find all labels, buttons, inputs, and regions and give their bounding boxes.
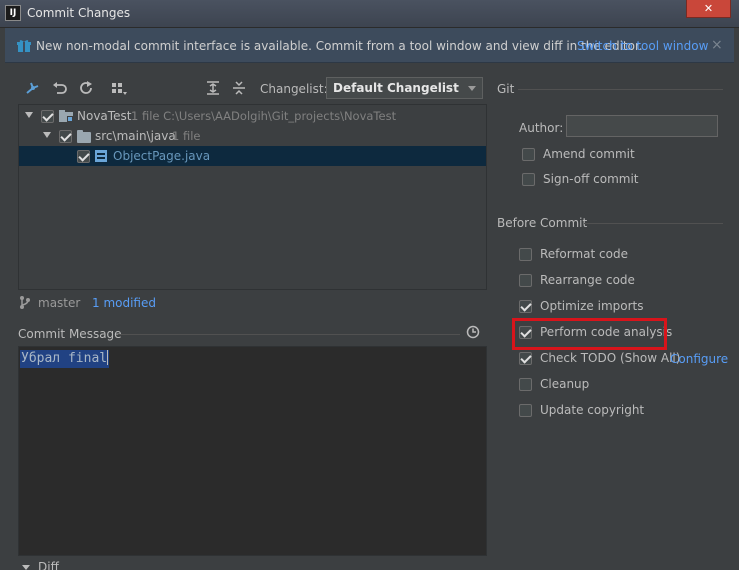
modified-count-link[interactable]: 1 modified xyxy=(92,296,156,310)
java-class-icon xyxy=(95,150,107,162)
highlight-annotation xyxy=(512,318,667,350)
optimize-imports-checkbox[interactable] xyxy=(519,300,532,313)
undo-icon[interactable] xyxy=(51,80,69,96)
reload-icon[interactable] xyxy=(77,80,95,96)
file-name: ObjectPage.java xyxy=(113,149,211,163)
commit-message-value: Убрал final xyxy=(21,351,108,366)
update-copyright-checkbox[interactable] xyxy=(519,404,532,417)
gift-icon xyxy=(17,40,31,52)
optimize-imports-label: Optimize imports xyxy=(540,299,644,313)
close-icon: ✕ xyxy=(703,2,714,15)
rearrange-code-checkbox[interactable] xyxy=(519,274,532,287)
chevron-down-icon[interactable] xyxy=(22,565,30,570)
folder-meta: 1 file xyxy=(172,129,201,143)
changelist-label: Changelist: xyxy=(260,82,328,96)
chevron-down-icon[interactable] xyxy=(43,132,51,138)
divider xyxy=(518,89,723,90)
reformat-code-checkbox[interactable] xyxy=(519,248,532,261)
changelist-dropdown[interactable]: Default Changelist xyxy=(326,77,483,99)
commit-message-input[interactable]: Убрал final xyxy=(18,346,487,556)
before-commit-label: Before Commit xyxy=(497,216,588,230)
changelist-value: Default Changelist xyxy=(333,81,459,95)
group-by-icon[interactable] xyxy=(110,80,128,96)
git-section-label: Git xyxy=(497,82,515,96)
author-label: Author: xyxy=(519,121,564,135)
module-folder-icon xyxy=(59,110,73,122)
branch-icon xyxy=(20,296,30,309)
folder-icon xyxy=(77,130,91,143)
folder-name: src\main\java xyxy=(95,129,176,143)
root-meta: 1 file C:\Users\AADolgih\Git_projects\No… xyxy=(131,109,397,123)
amend-commit-label: Amend commit xyxy=(543,147,635,161)
collapse-all-icon[interactable] xyxy=(230,80,248,96)
folder-checkbox[interactable] xyxy=(59,130,72,143)
divider xyxy=(118,334,460,335)
cleanup-label: Cleanup xyxy=(540,377,590,391)
file-checkbox[interactable] xyxy=(77,150,90,163)
check-todo-checkbox[interactable] xyxy=(519,352,532,365)
tree-row-file[interactable]: ObjectPage.java xyxy=(19,146,486,166)
chevron-down-icon xyxy=(468,86,476,91)
switch-to-tool-window-link[interactable]: Switch to tool window xyxy=(577,39,708,53)
close-button[interactable]: ✕ xyxy=(686,0,731,18)
rearrange-code-label: Rearrange code xyxy=(540,273,635,287)
banner-message: New non-modal commit interface is availa… xyxy=(36,39,643,53)
divider xyxy=(584,223,723,224)
refresh-diff-icon[interactable] xyxy=(24,80,42,96)
commit-message-label: Commit Message xyxy=(18,327,122,341)
author-input[interactable] xyxy=(566,115,718,137)
chevron-down-icon[interactable] xyxy=(25,112,33,118)
branch-name: master xyxy=(38,296,81,310)
changes-tree: NovaTest 1 file C:\Users\AADolgih\Git_pr… xyxy=(18,104,487,290)
tree-row-root[interactable]: NovaTest 1 file C:\Users\AADolgih\Git_pr… xyxy=(19,106,486,126)
reformat-code-label: Reformat code xyxy=(540,247,628,261)
check-todo-label: Check TODO (Show All) xyxy=(540,351,681,365)
cleanup-checkbox[interactable] xyxy=(519,378,532,391)
title-bar: IJ Commit Changes ✕ xyxy=(0,0,739,28)
window-title: Commit Changes xyxy=(27,6,131,20)
amend-commit-checkbox[interactable] xyxy=(522,148,535,161)
diff-section-label[interactable]: Diff xyxy=(38,560,59,570)
expand-all-icon[interactable] xyxy=(204,80,222,96)
signoff-commit-label: Sign-off commit xyxy=(543,172,639,186)
info-banner: New non-modal commit interface is availa… xyxy=(5,28,734,63)
intellij-icon: IJ xyxy=(5,5,21,21)
configure-link[interactable]: Configure xyxy=(670,352,728,366)
root-name: NovaTest xyxy=(77,109,132,123)
commit-message-text: Убрал final xyxy=(20,350,110,368)
banner-close-icon[interactable]: × xyxy=(711,37,723,53)
tree-row-folder[interactable]: src\main\java 1 file xyxy=(19,126,486,146)
signoff-commit-checkbox[interactable] xyxy=(522,173,535,186)
root-checkbox[interactable] xyxy=(41,110,54,123)
history-icon[interactable] xyxy=(466,325,480,339)
text-caret xyxy=(107,350,109,365)
update-copyright-label: Update copyright xyxy=(540,403,645,417)
